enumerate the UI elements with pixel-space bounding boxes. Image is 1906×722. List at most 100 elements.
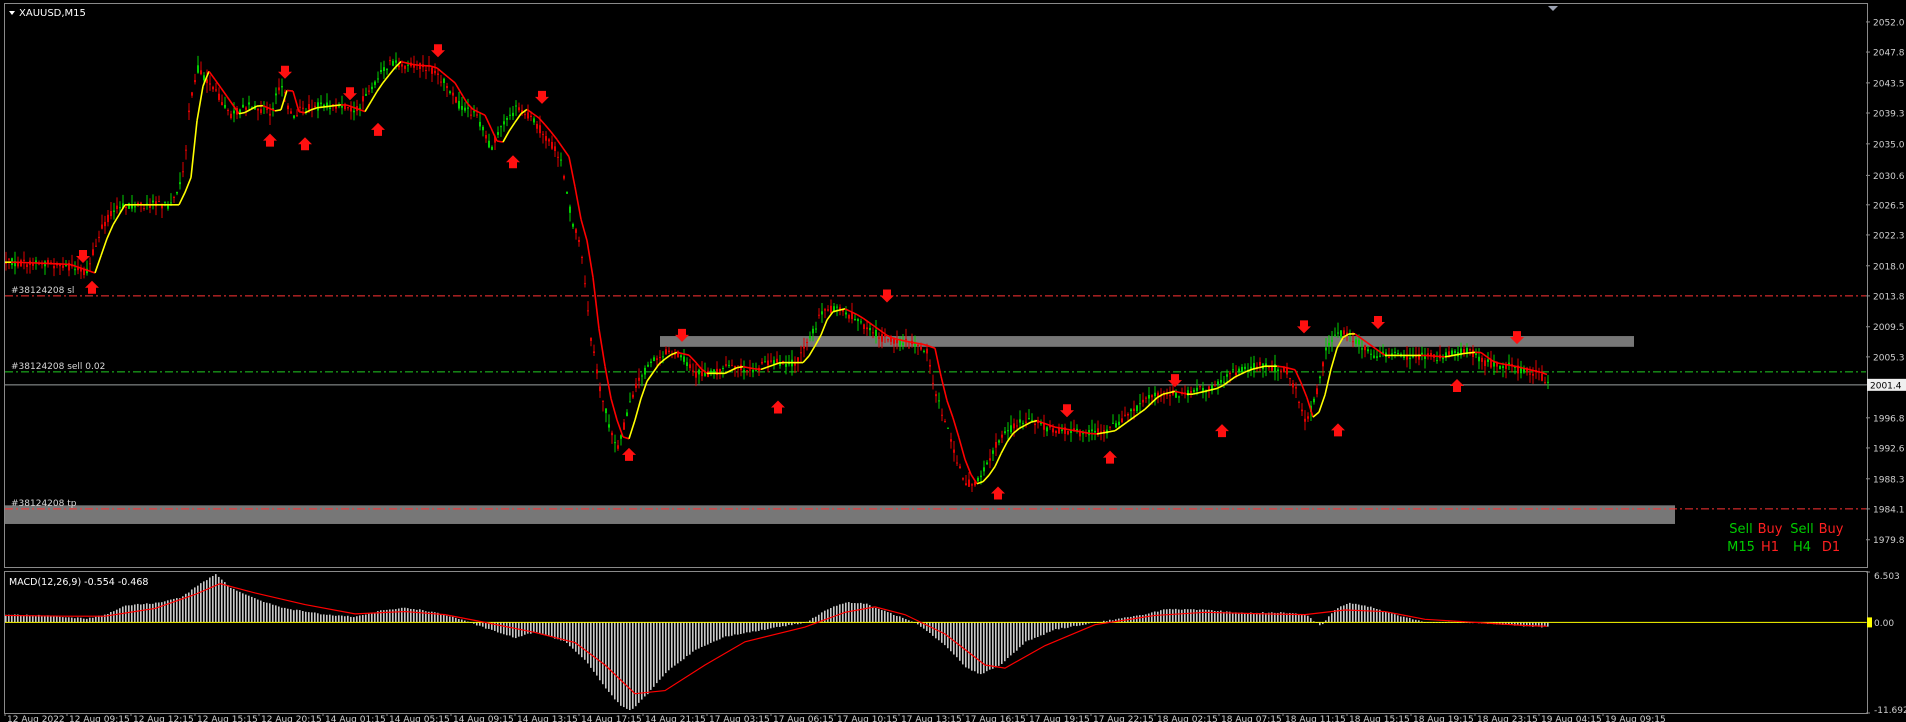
level-label-3: #38124208 tp	[11, 499, 77, 509]
candle-body	[665, 349, 667, 355]
candle-body	[551, 141, 553, 149]
candle-body	[1034, 423, 1036, 426]
candle-body	[722, 367, 724, 369]
macd-bar	[89, 617, 91, 623]
candle-body	[1145, 397, 1147, 399]
macd-bar	[230, 587, 232, 623]
price-tick-label: 2026.5	[1873, 201, 1905, 211]
macd-bar	[71, 617, 73, 623]
candle-body	[584, 283, 586, 285]
candle-body	[809, 336, 811, 339]
macd-bar	[338, 615, 340, 623]
macd-bar	[1160, 610, 1162, 623]
trend-segment	[1108, 429, 1116, 433]
macd-bar	[1196, 610, 1198, 623]
macd-bar	[839, 604, 841, 623]
macd-bar	[602, 622, 604, 685]
candle-body	[668, 350, 670, 353]
candle-body	[776, 358, 778, 363]
candle-body	[644, 367, 646, 375]
macd-bar	[293, 610, 295, 623]
candle-body	[248, 102, 250, 105]
candle-body	[818, 314, 820, 316]
trend-segment	[916, 342, 924, 346]
macd-bar	[665, 622, 667, 674]
macd-bar	[221, 579, 223, 623]
candle-body	[482, 126, 484, 131]
macd-bar	[629, 622, 631, 711]
candle-body	[1454, 350, 1456, 354]
macd-bar	[812, 617, 814, 623]
time-tick-label: 12 Aug 09:15	[69, 715, 130, 722]
candle-body	[1307, 416, 1309, 419]
candle-body	[203, 75, 205, 81]
macd-bar	[1175, 608, 1177, 623]
candle-body	[485, 135, 487, 139]
macd-bar	[44, 615, 46, 623]
macd-bar	[686, 622, 688, 656]
macd-bar	[299, 610, 301, 623]
candle-body	[881, 334, 883, 342]
macd-bar	[314, 612, 316, 623]
macd-bar	[62, 617, 64, 623]
macd-bar	[527, 622, 529, 634]
macd-bar	[323, 614, 325, 623]
candle-body	[1373, 355, 1375, 358]
candle-body	[296, 115, 298, 117]
candle-body	[464, 107, 466, 111]
macd-bar	[674, 622, 676, 666]
candle-body	[1109, 426, 1111, 428]
macd-bar	[272, 604, 274, 623]
candle-body	[1043, 423, 1045, 430]
macd-bar	[74, 618, 76, 623]
macd-bar	[1232, 612, 1234, 623]
macd-bar	[980, 622, 982, 675]
macd-bar	[1310, 618, 1312, 623]
macd-bar	[752, 622, 754, 632]
candle-body	[563, 175, 565, 179]
macd-bar	[398, 608, 400, 623]
macd-bar	[899, 616, 901, 623]
macd-bar	[1259, 613, 1261, 623]
trend-segment	[1276, 365, 1284, 368]
macd-bar	[455, 617, 457, 623]
macd-bar	[713, 622, 715, 642]
candle-body	[1022, 422, 1024, 424]
candle-body	[605, 408, 607, 414]
macd-bar	[1166, 609, 1168, 623]
macd-bar	[131, 605, 133, 623]
candle-body	[611, 432, 613, 436]
macd-bar	[1388, 612, 1390, 623]
macd-bar	[1025, 622, 1027, 642]
zone-rect-1	[5, 505, 1675, 524]
macd-bar	[683, 622, 685, 660]
macd-bar	[1145, 614, 1147, 623]
candle-body	[470, 114, 472, 116]
candle-body	[836, 306, 838, 308]
candle-body	[650, 361, 652, 364]
macd-bar	[1046, 622, 1048, 633]
candle-body	[1487, 359, 1489, 362]
candle-body	[1328, 342, 1330, 346]
candle-body	[503, 121, 505, 125]
macd-bar	[983, 622, 985, 674]
macd-bar	[509, 622, 511, 636]
candle-body	[656, 358, 658, 360]
candle-body	[191, 92, 193, 96]
candle-body	[1547, 381, 1549, 383]
macd-bar	[386, 609, 388, 623]
signal-h1-text: Buy	[1758, 522, 1783, 537]
macd-bar	[50, 615, 52, 623]
candle-body	[242, 104, 244, 108]
macd-bar	[1253, 613, 1255, 623]
time-tick-label: 17 Aug 16:15	[965, 715, 1026, 722]
candle-body	[110, 210, 112, 217]
macd-bar	[281, 607, 283, 623]
candle-body	[230, 113, 232, 119]
candle-body	[281, 86, 283, 88]
signal-m15-text: Sell	[1729, 522, 1752, 537]
trading-chart[interactable]: #38124208 sl #38124208 sell 0.02 #38124208…	[0, 0, 1906, 722]
macd-bar	[125, 605, 127, 623]
current-price-label: 2001.4	[1870, 381, 1902, 391]
candle-body	[401, 64, 403, 67]
